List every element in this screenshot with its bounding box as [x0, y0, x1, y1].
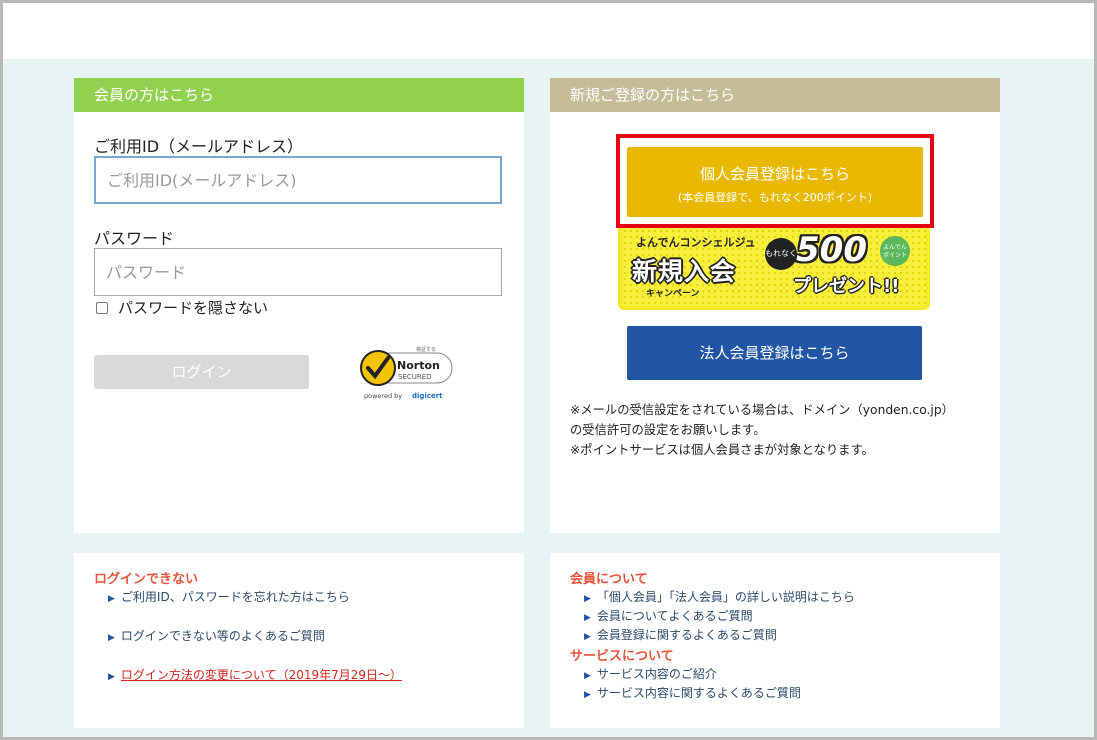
login-help-heading: ログインできない — [94, 572, 199, 587]
login-method-change-link[interactable]: ▶ ログイン方法の変更について（2019年7月29日～） — [108, 666, 402, 683]
show-password-label[interactable]: パスワードを隠さない — [118, 297, 268, 318]
register-panel: 新規ご登録の方はこちら 個人会員登録はこちら (本会員登録で、もれなく200ポイ… — [550, 78, 1000, 533]
norton-powered-text: powered by — [364, 392, 402, 400]
note-line: の受信許可の設定をお願いします。 — [570, 423, 766, 437]
login-help-panel: ログインできない ▶ ご利用ID、パスワードを忘れた方はこちら ▶ ログインできない… — [74, 553, 524, 728]
password-label: パスワード — [94, 229, 175, 248]
individual-register-sublabel[interactable]: (本会員登録で、もれなく200ポイント) — [627, 189, 923, 205]
corporate-register-button[interactable]: 法人会員登録はこちら — [627, 326, 922, 380]
member-type-explanation-text[interactable]: 「個人会員」「法人会員」の詳しい説明はこちら — [597, 590, 855, 604]
campaign-subtitle: キャンペーン — [646, 289, 700, 299]
individual-register-button[interactable]: 個人会員登録はこちら (本会員登録で、もれなく200ポイント) — [627, 147, 923, 217]
campaign-point-badge: よんでん ポイント — [880, 236, 910, 266]
arrow-right-icon: ▶ — [584, 594, 591, 604]
member-help-panel: 会員について ▶ 「個人会員」「法人会員」の詳しい説明はこちら ▶ 会員についてよく… — [550, 553, 1000, 728]
login-faq-link[interactable]: ▶ ログインできない等のよくあるご質問 — [108, 627, 325, 644]
arrow-right-icon: ▶ — [584, 690, 591, 700]
service-faq-text[interactable]: サービス内容に関するよくあるご質問 — [597, 686, 801, 700]
password-input[interactable] — [94, 248, 502, 296]
registration-faq-text[interactable]: 会員登録に関するよくあるご質問 — [597, 628, 777, 642]
register-notes: ※メールの受信設定をされている場合は、ドメイン（yonden.co.jp） の受… — [570, 400, 985, 460]
norton-provider-text: digicert — [412, 392, 443, 400]
arrow-right-icon: ▶ — [108, 633, 115, 643]
login-faq-text[interactable]: ログインできない等のよくあるご質問 — [121, 629, 325, 643]
arrow-right-icon: ▶ — [584, 613, 591, 623]
show-password-checkbox[interactable] — [96, 301, 108, 314]
service-intro-link[interactable]: ▶ サービス内容のご紹介 — [584, 665, 717, 682]
member-faq-link[interactable]: ▶ 会員についてよくあるご質問 — [584, 607, 753, 624]
service-help-heading: サービスについて — [570, 649, 674, 664]
note-line: ※メールの受信設定をされている場合は、ドメイン（yonden.co.jp） — [570, 403, 954, 417]
show-password-row[interactable]: パスワードを隠さない — [96, 297, 268, 318]
login-panel: 会員の方はこちら ご利用ID（メールアドレス） パスワード パスワードを隠さない… — [74, 78, 524, 533]
top-bar — [3, 3, 1094, 59]
norton-brand-text: Norton — [397, 359, 440, 372]
note-line: ※ポイントサービスは個人会員さまが対象となります。 — [570, 443, 874, 457]
individual-button-highlight: 個人会員登録はこちら (本会員登録で、もれなく200ポイント) — [616, 134, 934, 228]
forgot-credentials-link[interactable]: ▶ ご利用ID、パスワードを忘れた方はこちら — [108, 588, 350, 605]
service-faq-link[interactable]: ▶ サービス内容に関するよくあるご質問 — [584, 684, 801, 701]
id-label: ご利用ID（メールアドレス） — [94, 137, 304, 156]
norton-secured-badge[interactable]: 検証する Norton SECURED powered by digicert — [356, 346, 456, 404]
member-help-heading: 会員について — [570, 572, 648, 587]
id-input[interactable] — [94, 156, 502, 204]
register-panel-header: 新規ご登録の方はこちら — [550, 78, 1000, 112]
forgot-credentials-text[interactable]: ご利用ID、パスワードを忘れた方はこちら — [121, 590, 350, 604]
individual-register-label[interactable]: 個人会員登録はこちら — [627, 163, 923, 184]
arrow-right-icon: ▶ — [584, 632, 591, 642]
service-intro-text[interactable]: サービス内容のご紹介 — [597, 667, 717, 681]
norton-verified-text: 検証する — [416, 346, 436, 353]
arrow-right-icon: ▶ — [584, 671, 591, 681]
login-button[interactable]: ログイン — [94, 355, 309, 389]
login-method-change-text[interactable]: ログイン方法の変更について（2019年7月29日～） — [121, 668, 402, 682]
campaign-badge: もれなく — [765, 238, 797, 270]
member-type-explanation-link[interactable]: ▶ 「個人会員」「法人会員」の詳しい説明はこちら — [584, 588, 855, 605]
campaign-title: 新規入会 — [632, 257, 737, 286]
registration-faq-link[interactable]: ▶ 会員登録に関するよくあるご質問 — [584, 626, 777, 643]
arrow-right-icon: ▶ — [108, 672, 115, 682]
arrow-right-icon: ▶ — [108, 594, 115, 604]
member-faq-text[interactable]: 会員についてよくあるご質問 — [597, 609, 753, 623]
campaign-present: プレゼント!! — [793, 276, 900, 297]
norton-secured-text: SECURED — [398, 373, 432, 381]
campaign-banner[interactable]: よんでんコンシェルジュ 新規入会 キャンペーン もれなく 500 よんでん ポイ… — [618, 228, 930, 310]
login-panel-header: 会員の方はこちら — [74, 78, 524, 112]
campaign-amount: 500 — [796, 230, 867, 270]
campaign-brand: よんでんコンシェルジュ — [636, 236, 756, 249]
